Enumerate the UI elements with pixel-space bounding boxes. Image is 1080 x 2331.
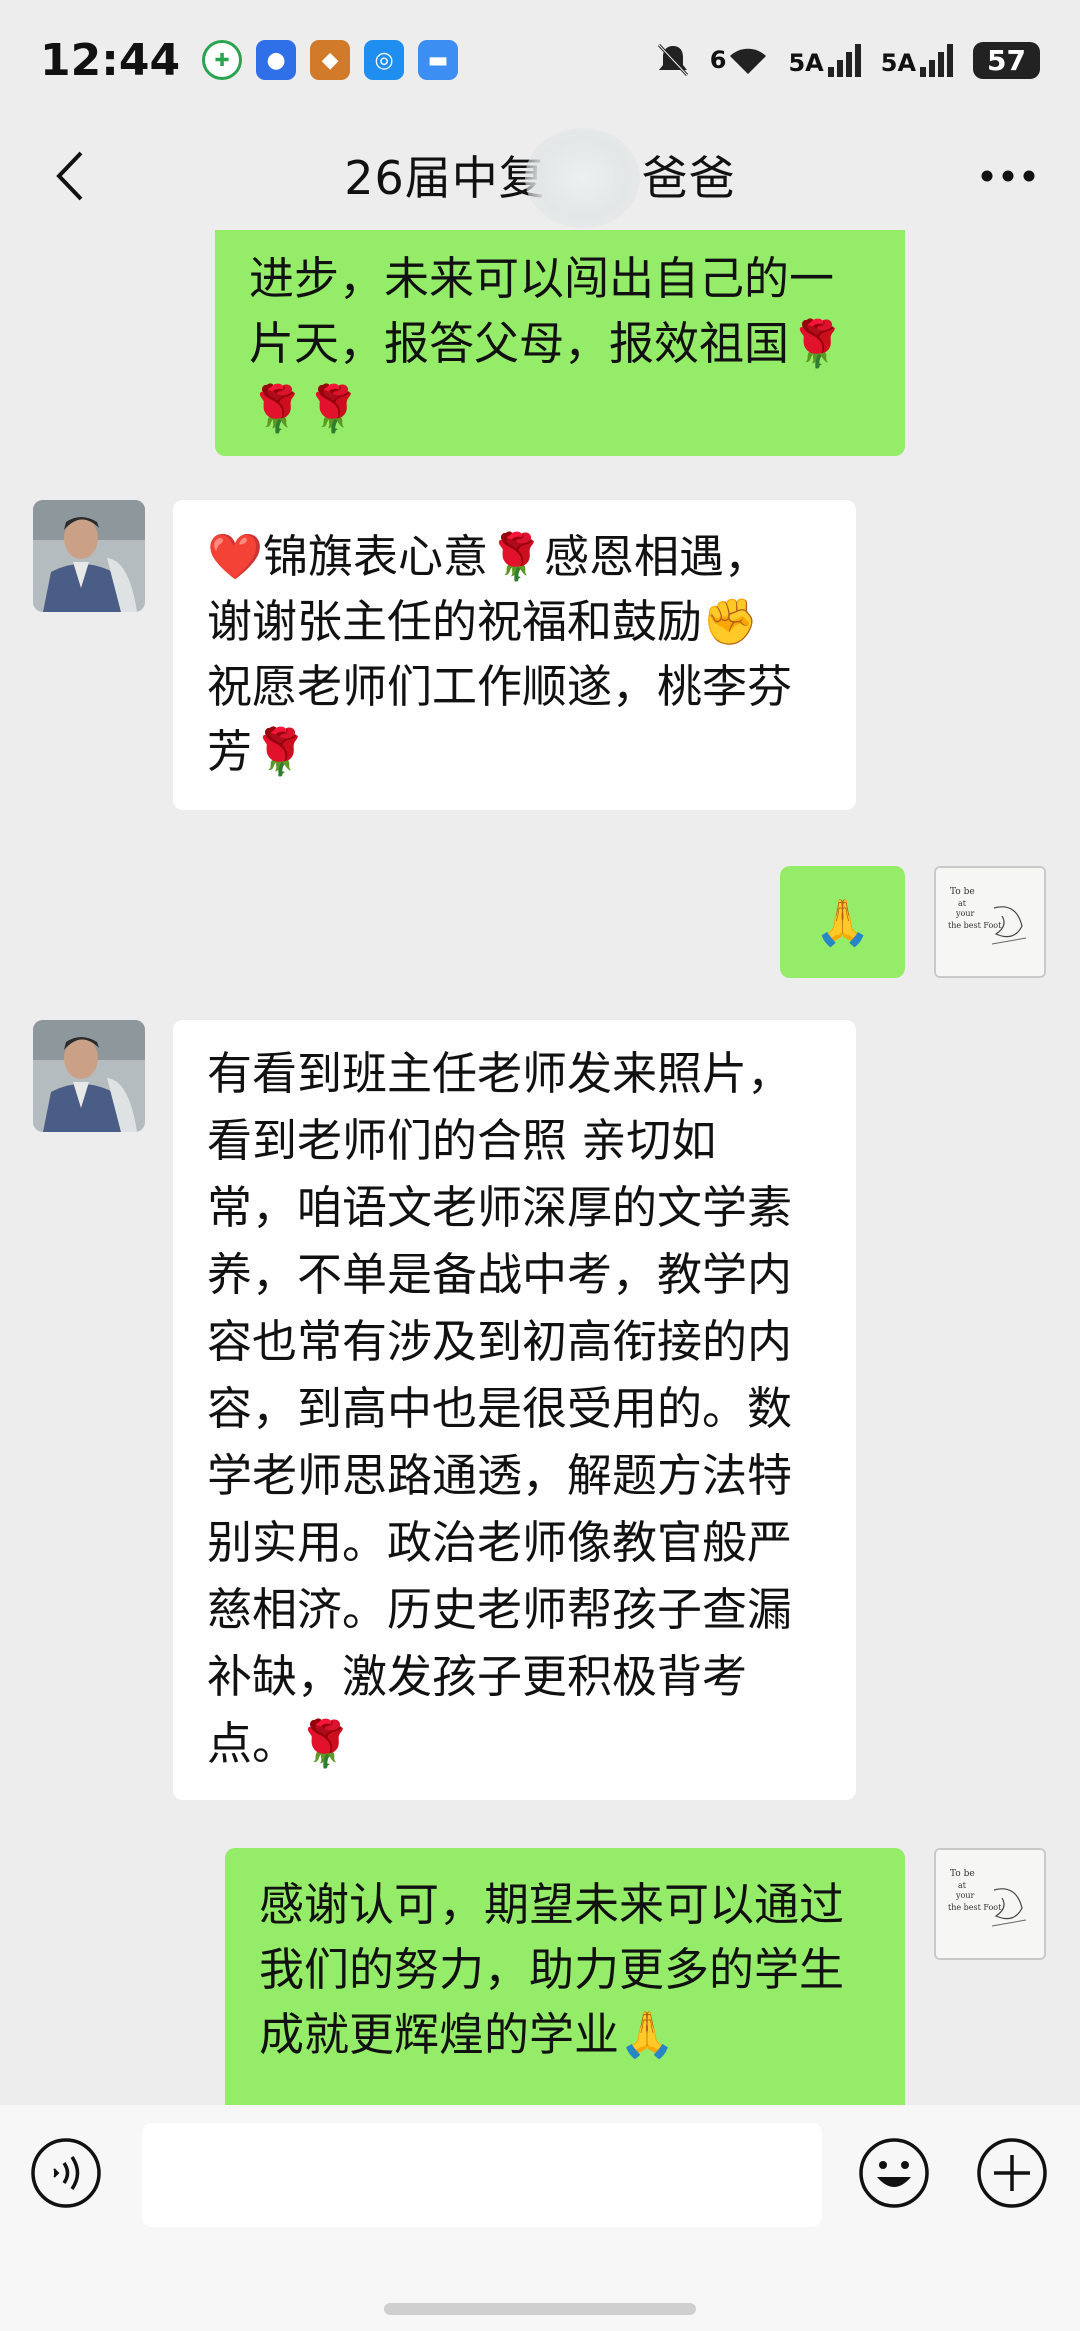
message-text-line: 🌹🌹 <box>249 382 362 435</box>
blue-app-notification-icon: ● <box>256 40 297 80</box>
mute-icon <box>657 43 688 77</box>
message-text-line: 🙏 <box>814 896 871 949</box>
bulb-app-notification-icon: ◎ <box>364 40 405 80</box>
redaction-blur <box>525 128 640 228</box>
message-text-line: 点。🌹 <box>207 1717 354 1770</box>
message-text-line: 感谢认可，期望未来可以通过 <box>259 1878 845 1931</box>
input-bar <box>0 2105 1080 2331</box>
message-text-line: 养，不单是备战中考，教学内 <box>207 1248 793 1301</box>
message-bubble-received[interactable]: 有看到班主任老师发来照片， 看到老师们的合照 亲切如 常，咱语文老师深厚的文学素… <box>173 1020 856 1800</box>
battery-indicator: 57 <box>973 41 1040 79</box>
avatar-handwriting: the best Foot <box>948 921 1002 930</box>
system-status-icons: 6 5A 5A 57 <box>656 41 1040 79</box>
message-text-line: 有看到班主任老师发来照片， <box>207 1047 793 1100</box>
voice-input-button[interactable] <box>30 2137 102 2209</box>
more-options-button[interactable] <box>972 146 1044 206</box>
message-text-line: 看到老师们的合照 亲切如 <box>207 1114 717 1167</box>
message-input[interactable] <box>142 2123 822 2227</box>
signal-bars-icon <box>827 44 861 77</box>
my-avatar[interactable]: To be at your the best Foot <box>934 1848 1046 1960</box>
message-text-line: 片天，报答父母，报效祖国🌹 <box>249 317 846 370</box>
message-text-line: 成就更辉煌的学业🙏 <box>259 2008 676 2061</box>
message-text-line: 芳🌹 <box>207 725 309 778</box>
page-title-prefix: 26届中复 <box>344 151 546 205</box>
avatar-handwriting: To be <box>950 1869 975 1879</box>
message-text-line: 祝愿老师们工作顺遂，桃李芬 <box>207 660 793 713</box>
message-text-line: 我们的努力，助力更多的学生 <box>259 1943 845 1996</box>
wifi-label: 6 <box>709 46 727 74</box>
plus-icon <box>977 2138 1047 2208</box>
avatar-handwriting: at <box>958 1881 967 1890</box>
home-indicator[interactable] <box>384 2303 696 2315</box>
message-text-line: 进步，未来可以闯出自己的一 <box>249 252 835 305</box>
message-bubble-sent[interactable]: 感谢认可，期望未来可以通过 我们的努力，助力更多的学生 成就更辉煌的学业🙏 <box>225 1848 905 2105</box>
handwriting-image-icon: To be at your the best Foot <box>936 868 1044 976</box>
message-bubble-sent[interactable]: 🙏 <box>780 866 905 978</box>
signal-bars-icon <box>920 44 954 77</box>
contact-avatar[interactable] <box>33 1020 145 1132</box>
avatar-handwriting: To be <box>950 887 975 897</box>
avatar-handwriting: at <box>958 899 967 908</box>
message-list[interactable]: 进步，未来可以闯出自己的一 片天，报答父母，报效祖国🌹 🌹🌹 ❤️锦旗表心意🌹感… <box>0 230 1080 2105</box>
more-dots-icon <box>981 170 1035 182</box>
signal-label-2: 5A <box>880 49 917 77</box>
voice-icon <box>31 2138 101 2208</box>
notification-icons: ✚ ● ◆ ◎ ▬ <box>202 40 459 80</box>
page-title-suffix: 爸爸 <box>641 151 736 205</box>
message-text-line: 慈相济。历史老师帮孩子查漏 <box>207 1583 793 1636</box>
person-photo-icon <box>33 500 145 612</box>
more-actions-button[interactable] <box>976 2137 1048 2209</box>
signal-label-1: 5A <box>788 49 824 77</box>
my-avatar[interactable]: To be at your the best Foot <box>934 866 1046 978</box>
message-bubble-sent[interactable]: 进步，未来可以闯出自己的一 片天，报答父母，报效祖国🌹 🌹🌹 <box>215 230 905 456</box>
chat-app-notification-icon: ▬ <box>418 40 459 80</box>
message-text-line: 谢谢张主任的祝福和鼓励✊ <box>207 595 759 648</box>
status-time: 12:44 <box>40 34 181 86</box>
avatar-handwriting: the best Foot <box>948 1903 1002 1912</box>
green-app-notification-icon: ✚ <box>202 40 243 80</box>
message-bubble-received[interactable]: ❤️锦旗表心意🌹感恩相遇， 谢谢张主任的祝福和鼓励✊ 祝愿老师们工作顺遂，桃李芬… <box>173 500 856 810</box>
status-bar: 12:44 ✚ ● ◆ ◎ ▬ 6 5A 5A 57 <box>0 0 1080 120</box>
handwriting-image-icon: To be at your the best Foot <box>936 1850 1044 1958</box>
message-text-line: 补缺，激发孩子更积极背考 <box>207 1650 748 1703</box>
person-photo-icon <box>33 1020 145 1132</box>
back-button[interactable] <box>40 146 100 206</box>
message-text-line: 容，到高中也是很受用的。数 <box>207 1382 793 1435</box>
message-text-line: ❤️锦旗表心意🌹感恩相遇， <box>207 530 770 583</box>
contact-avatar[interactable] <box>33 500 145 612</box>
emoji-icon <box>859 2138 929 2208</box>
wifi-icon <box>730 48 767 74</box>
chevron-left-icon <box>56 151 83 201</box>
emoji-button[interactable] <box>858 2137 930 2209</box>
message-text-line: 容也常有涉及到初高衔接的内 <box>207 1315 793 1368</box>
message-text-line: 常，咱语文老师深厚的文学素 <box>207 1181 793 1234</box>
message-text-line: 学老师思路通透，解题方法特 <box>207 1449 793 1502</box>
orange-app-notification-icon: ◆ <box>310 40 351 80</box>
avatar-handwriting: your <box>955 909 974 918</box>
avatar-handwriting: your <box>955 1891 974 1900</box>
message-text-line: 别实用。政治老师像教官般严 <box>207 1516 793 1569</box>
